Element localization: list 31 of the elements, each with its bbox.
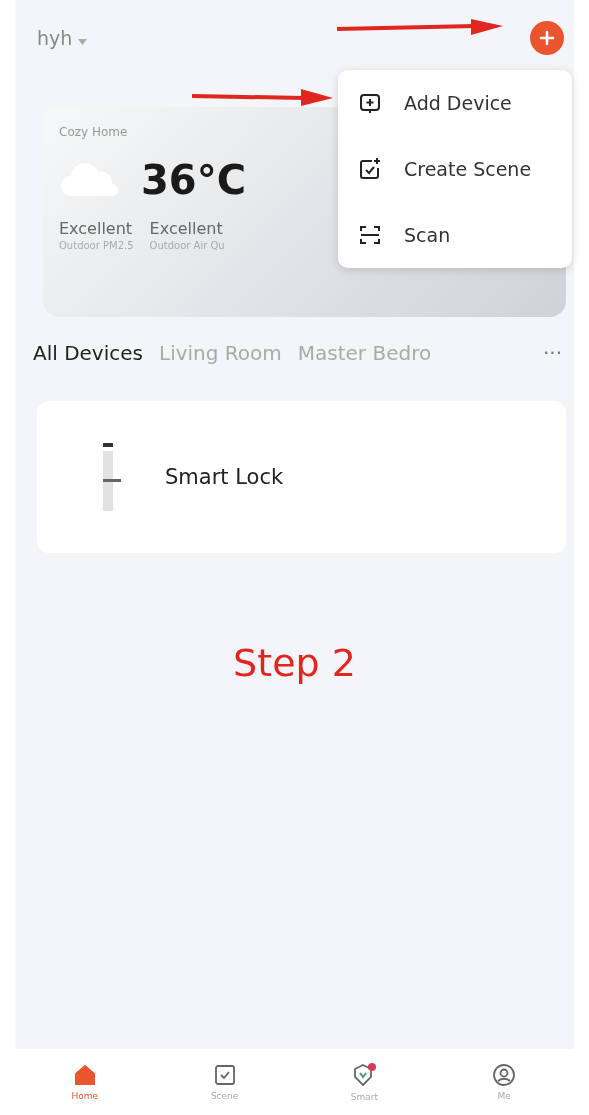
menu-item[interactable]: Scan: [338, 202, 572, 268]
scan-icon: [358, 223, 382, 247]
step-annotation: Step 2: [233, 641, 356, 685]
plus-icon: [539, 30, 555, 46]
shield-icon: [351, 1062, 378, 1088]
nav-tab[interactable]: Home: [44, 1063, 125, 1101]
home-selector[interactable]: hyh: [37, 27, 88, 49]
temperature: 36°C: [141, 157, 247, 203]
room-tab[interactable]: Living Room: [159, 341, 282, 365]
device-card[interactable]: Smart Lock: [37, 401, 566, 553]
nav-tab[interactable]: Smart: [324, 1062, 405, 1102]
add-device-icon: [358, 91, 382, 115]
caret-icon: [78, 39, 88, 45]
room-tab[interactable]: Master Bedro: [297, 341, 432, 365]
room-tab[interactable]: All Devices: [33, 341, 143, 365]
scene-icon: [358, 157, 382, 181]
stat-value: Excellent: [149, 219, 224, 238]
stat-value: Excellent: [59, 219, 134, 238]
checkbox-icon: [212, 1063, 237, 1087]
home-label: Cozy Home: [59, 125, 129, 139]
menu-item[interactable]: Add Device: [338, 70, 572, 136]
profile-icon: [492, 1063, 517, 1087]
home-icon: [72, 1063, 97, 1087]
more-button[interactable]: ···: [542, 341, 562, 365]
device-name: Smart Lock: [165, 465, 284, 489]
nav-tab[interactable]: Me: [464, 1063, 545, 1101]
add-button[interactable]: [530, 21, 564, 55]
nav-tab[interactable]: Scene: [184, 1063, 265, 1101]
menu-item[interactable]: Create Scene: [338, 136, 572, 202]
stat-label: Outdoor PM2.5: [59, 240, 134, 251]
stat-label: Outdoor Air Qu: [149, 240, 225, 251]
